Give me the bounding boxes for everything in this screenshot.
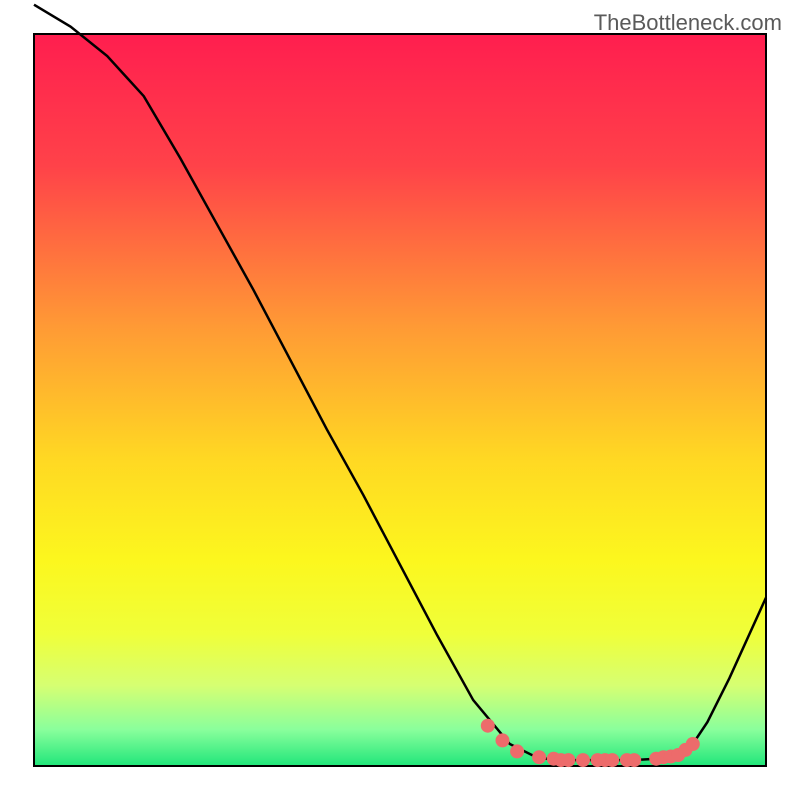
- data-dot: [496, 733, 510, 747]
- data-dot: [686, 737, 700, 751]
- chart-svg: [0, 0, 800, 800]
- data-dot: [510, 744, 524, 758]
- data-dot: [576, 753, 590, 767]
- plot-area: [34, 34, 766, 766]
- data-dot: [481, 719, 495, 733]
- data-dot: [561, 753, 575, 767]
- data-dot: [627, 753, 641, 767]
- data-dot: [605, 753, 619, 767]
- data-dot: [532, 750, 546, 764]
- bottleneck-chart: TheBottleneck.com: [0, 0, 800, 800]
